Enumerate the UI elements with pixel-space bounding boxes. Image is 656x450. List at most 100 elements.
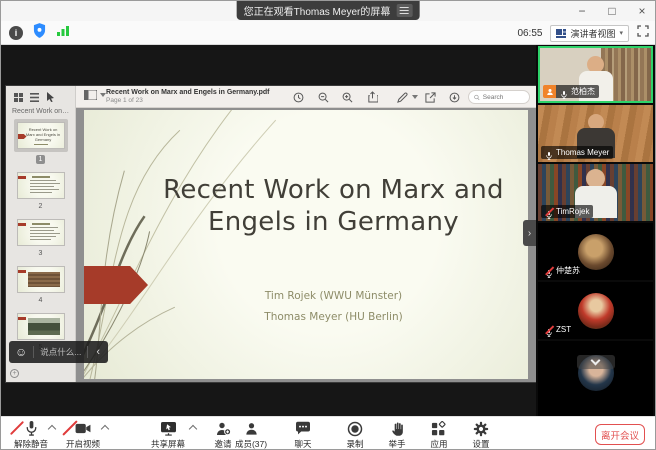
pdf-search-field[interactable]: [468, 90, 530, 104]
start-video-button[interactable]: 开启视频: [59, 420, 107, 450]
cursor-icon[interactable]: [46, 92, 55, 102]
slide-title: Recent Work on Marx and Engels in German…: [144, 174, 523, 238]
person-icon: [227, 420, 275, 437]
pdf-thumbnail-sidebar: Recent Work on Marx an... Recent Work on…: [6, 86, 76, 382]
record-icon: [331, 420, 379, 437]
avatar: [578, 293, 614, 329]
shared-screen-area: Recent Work on Marx an... Recent Work on…: [1, 45, 656, 416]
mini-photo: [28, 318, 60, 335]
video-tile[interactable]: ZST: [538, 282, 653, 339]
history-clock-icon[interactable]: [291, 90, 305, 104]
settings-button[interactable]: 设置: [457, 420, 505, 450]
video-tile[interactable]: 范柏杰: [538, 46, 653, 103]
participant-name: 仲楚苏: [556, 265, 580, 276]
participant-name: TimRojek: [556, 207, 589, 216]
video-tile[interactable]: [538, 341, 653, 416]
gear-icon: [457, 420, 505, 437]
screen-watching-label: 您正在观看Thomas Meyer的屏幕: [244, 3, 391, 18]
share-export-icon[interactable]: [365, 90, 379, 104]
chat-button[interactable]: 聊天: [279, 420, 327, 450]
pdf-toolbar: Recent Work on Marx and Engels in German…: [76, 86, 536, 108]
connection-signal-icon: [56, 24, 70, 42]
list-view-icon[interactable]: [30, 93, 39, 102]
pdf-sidebar-title: Recent Work on Marx an...: [6, 106, 75, 119]
mic-muted-icon: [545, 266, 553, 275]
mic-icon: [545, 148, 553, 157]
collapse-left-icon[interactable]: ‹: [94, 346, 102, 358]
meeting-timer: 06:55: [517, 28, 542, 39]
download-icon[interactable]: [447, 90, 461, 104]
video-tile[interactable]: 仲楚苏: [538, 223, 653, 280]
slide-decoration: [84, 110, 528, 379]
thumbnail-slide-2[interactable]: [17, 172, 65, 199]
participant-name: 范柏杰: [571, 86, 595, 97]
zoom-in-icon[interactable]: [340, 90, 354, 104]
page-number: 4: [39, 296, 43, 305]
annotate-pen-icon[interactable]: [395, 90, 409, 104]
video-tile[interactable]: TimRojek: [538, 164, 653, 221]
thumbnail-slide-4[interactable]: [17, 266, 65, 293]
open-in-icon[interactable]: [423, 90, 437, 104]
apps-grid-icon: [415, 420, 463, 437]
participant-name: ZST: [556, 325, 571, 334]
page-number: 2: [39, 202, 43, 211]
fullscreen-icon[interactable]: [637, 24, 649, 42]
thumbnail-slide-5[interactable]: [17, 313, 65, 340]
video-tile[interactable]: Thomas Meyer: [538, 105, 653, 162]
slide-page: Recent Work on Marx and Engels in German…: [84, 110, 528, 379]
menu-icon[interactable]: [396, 4, 412, 17]
meeting-window: 您正在观看Thomas Meyer的屏幕 − □ × i 06:55 演讲者视图…: [0, 0, 656, 450]
sidebar-footer-icon[interactable]: +: [10, 369, 19, 378]
chat-bubble-icon: [279, 420, 327, 437]
page-number: 3: [39, 249, 43, 258]
pdf-page-info: Page 1 of 23: [106, 97, 270, 104]
raise-hand-button[interactable]: 举手: [373, 420, 421, 450]
mini-red-bar: [18, 176, 26, 179]
reaction-bar[interactable]: ☺ 说点什么... ‹: [9, 341, 108, 363]
participant-name: Thomas Meyer: [556, 148, 609, 157]
raised-hand-icon: [373, 420, 421, 437]
page-number: 1: [36, 155, 46, 164]
meeting-info-bar: i 06:55 演讲者视图 ▾: [1, 21, 655, 45]
zoom-out-icon[interactable]: [316, 90, 330, 104]
mini-image: [28, 272, 60, 287]
chevron-down-icon: ▾: [619, 29, 623, 37]
security-shield-icon[interactable]: [33, 23, 46, 43]
thumbnail-title-text: Recent Work on Marx and Engels in German…: [18, 123, 64, 142]
share-screen-icon: [144, 420, 192, 437]
mic-muted-icon: [545, 325, 553, 334]
pdf-filename: Recent Work on Marx and Engels in German…: [106, 89, 270, 96]
pdf-page-view: Recent Work on Marx and Engels in German…: [76, 108, 536, 382]
chevron-down-icon[interactable]: [408, 90, 422, 104]
host-badge-icon: [543, 85, 556, 98]
mini-red-bar: [18, 317, 26, 320]
speaker-view-icon: [556, 29, 566, 38]
smiley-icon[interactable]: ☺: [15, 345, 27, 359]
leave-meeting-button[interactable]: 离开会议: [595, 424, 645, 445]
unmute-button[interactable]: 解除静音: [7, 420, 55, 450]
thumbnail-slide-3[interactable]: [17, 219, 65, 246]
apps-button[interactable]: 应用: [415, 420, 463, 450]
speaker-view-button[interactable]: 演讲者视图 ▾: [550, 25, 629, 42]
next-page-button[interactable]: ›: [523, 220, 536, 246]
speaker-view-label: 演讲者视图: [570, 27, 615, 40]
share-screen-button[interactable]: 共享屏幕: [144, 420, 192, 450]
participant-video-strip: 范柏杰 Thomas Meyer: [536, 45, 656, 416]
grid-view-icon[interactable]: [14, 93, 23, 102]
say-something-placeholder[interactable]: 说点什么...: [40, 346, 81, 358]
search-input[interactable]: [483, 94, 524, 101]
sidebar-toggle-icon[interactable]: [84, 90, 97, 100]
record-button[interactable]: 录制: [331, 420, 379, 450]
maximize-button[interactable]: □: [605, 1, 619, 21]
meeting-info-icon[interactable]: i: [9, 26, 23, 40]
collapse-videos-button[interactable]: [577, 355, 615, 369]
mini-red-bar: [18, 270, 26, 273]
pdf-viewer-window: Recent Work on Marx an... Recent Work on…: [6, 86, 536, 382]
screen-watching-pill[interactable]: 您正在观看Thomas Meyer的屏幕: [237, 1, 420, 20]
minimize-button[interactable]: −: [575, 1, 589, 21]
thumbnail-slide-1[interactable]: Recent Work on Marx and Engels in German…: [14, 119, 68, 152]
close-button[interactable]: ×: [635, 1, 649, 21]
mic-icon: [560, 87, 568, 96]
participants-button[interactable]: 成员(37): [227, 420, 275, 450]
mini-red-bar: [18, 223, 26, 226]
